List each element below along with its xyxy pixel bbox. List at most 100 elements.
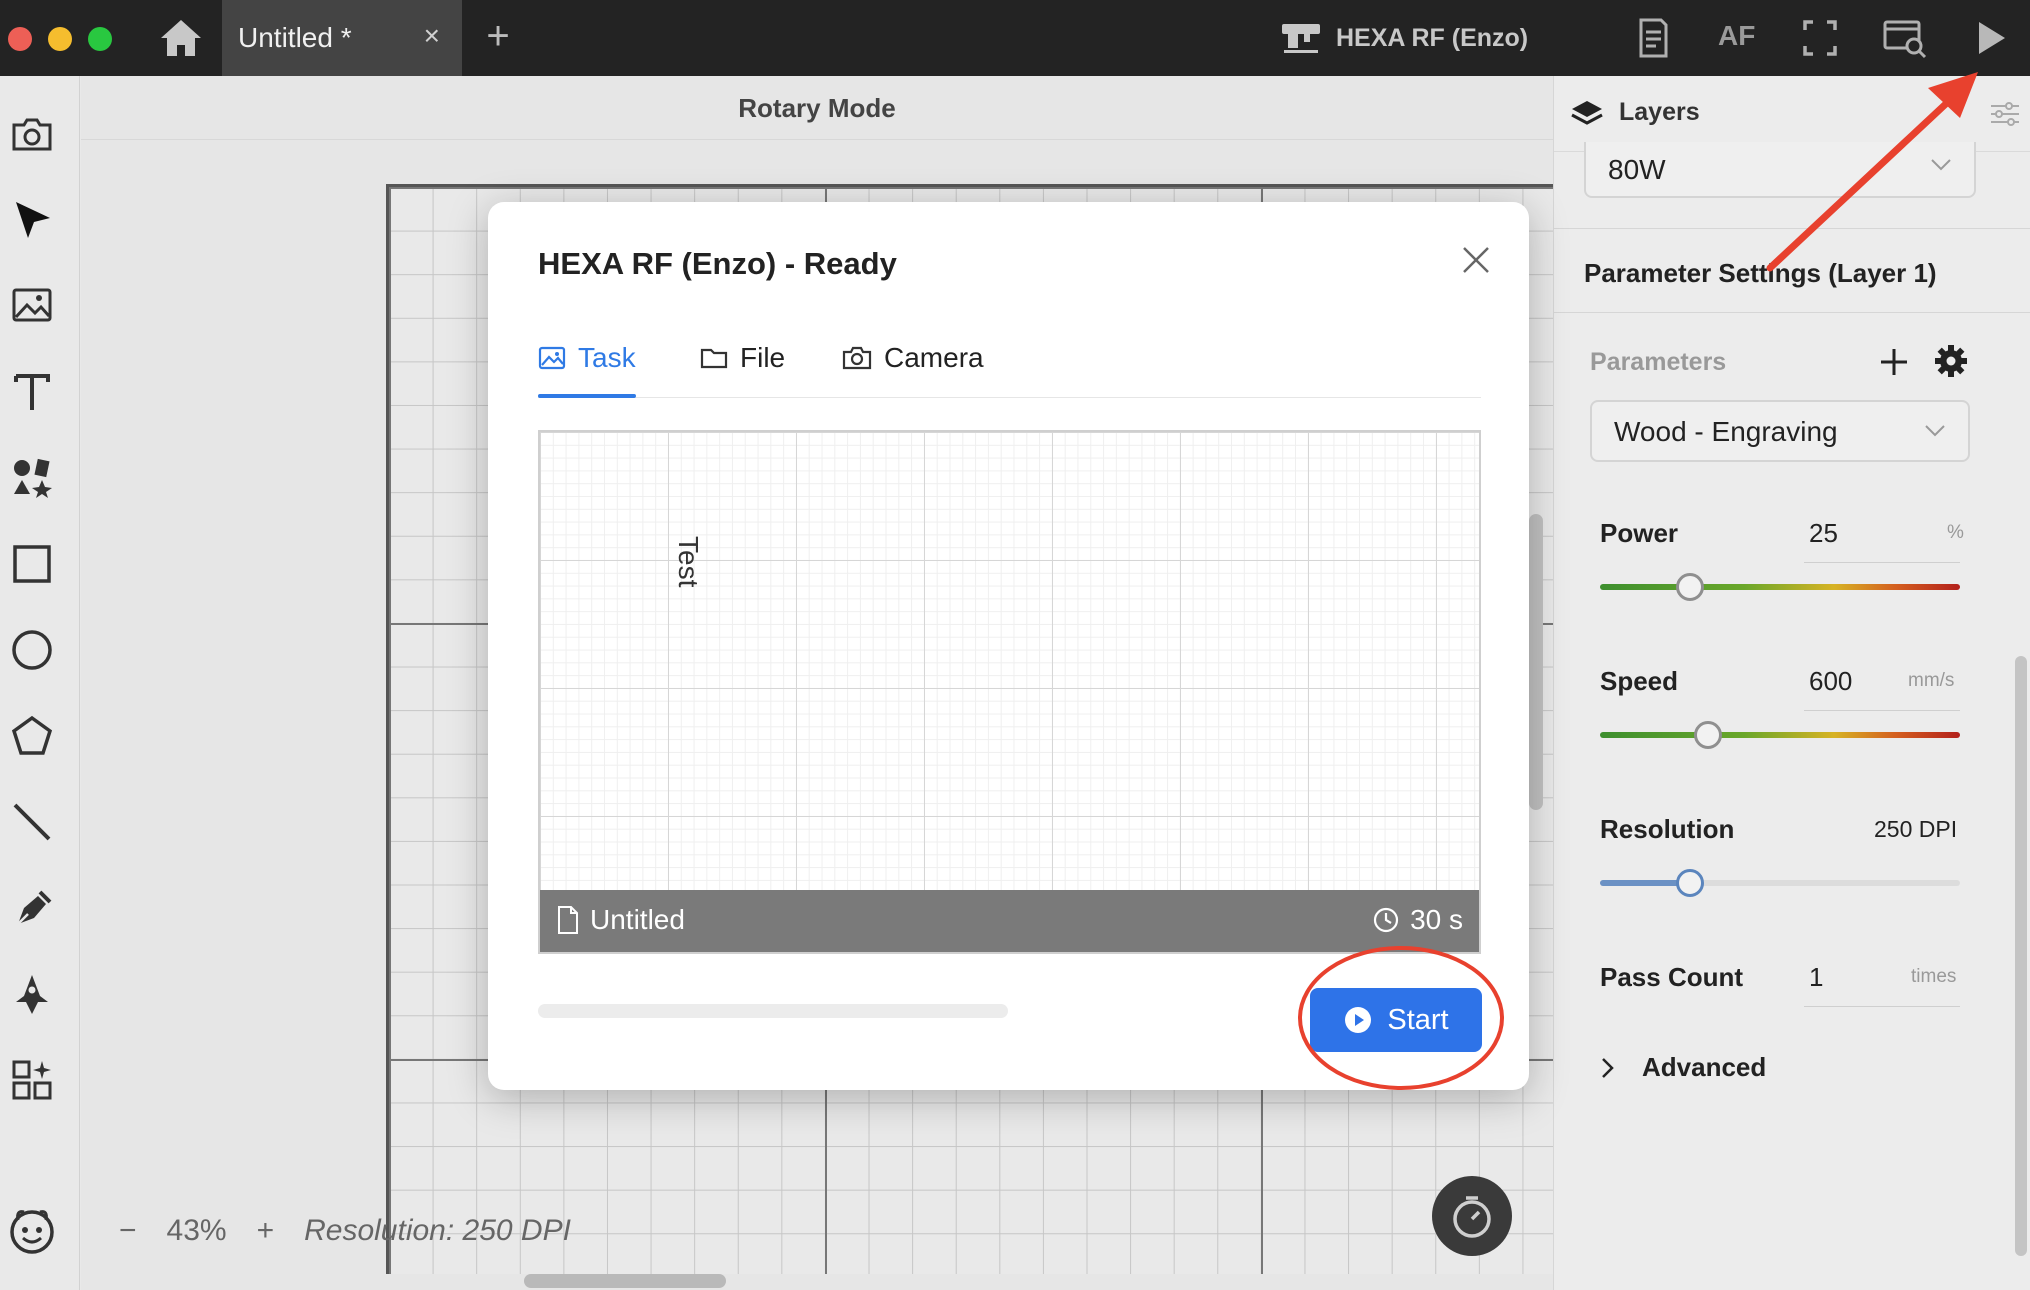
chevron-right-icon	[1602, 1057, 1614, 1078]
pass-count-underline	[1804, 1006, 1960, 1007]
zoom-bar: − 43% + Resolution: 250 DPI	[119, 1206, 571, 1256]
window-zoom-button[interactable]	[88, 27, 112, 51]
power-label: Power	[1600, 518, 1679, 548]
advanced-toggle[interactable]: Advanced	[1600, 1052, 1766, 1083]
preview-time-info: 30 s	[1372, 904, 1463, 936]
tab-file-label: File	[740, 342, 786, 373]
rectangle-tool-icon[interactable]	[10, 542, 54, 586]
close-icon[interactable]	[1456, 240, 1496, 280]
tab-close-icon[interactable]: ×	[424, 20, 440, 52]
more-elements-icon[interactable]	[10, 1058, 54, 1102]
preview-search-icon[interactable]	[1882, 16, 1928, 60]
resolution-slider[interactable]	[1600, 869, 1960, 897]
preview-estimated-time: 30 s	[1410, 904, 1463, 935]
parameters-label: Parameters	[1590, 348, 1727, 376]
document-tab-title: Untitled *	[238, 22, 352, 53]
machine-selector[interactable]: HEXA RF (Enzo)	[1280, 14, 1528, 62]
tab-camera[interactable]: Camera	[842, 336, 984, 380]
tab-file[interactable]: File	[700, 336, 785, 380]
stopwatch-icon	[1453, 1196, 1491, 1238]
chevron-down-icon	[1931, 159, 1951, 171]
tab-task[interactable]: Task	[538, 336, 636, 380]
layers-icon	[1571, 101, 1603, 125]
zoom-level: 43%	[166, 1214, 227, 1247]
image-icon	[538, 346, 566, 370]
preview-text-element: Test	[673, 536, 704, 588]
start-button[interactable]: Start	[1310, 988, 1482, 1052]
play-icon[interactable]	[1974, 16, 2008, 60]
add-preset-icon[interactable]	[1878, 346, 1910, 378]
rotary-mode-title: Rotary Mode	[738, 93, 896, 123]
dialog-title: HEXA RF (Enzo) - Ready	[538, 246, 897, 281]
assistant-avatar-icon[interactable]	[6, 1204, 58, 1256]
panel-scrollbar[interactable]	[2015, 656, 2027, 1256]
time-estimate-button[interactable]	[1432, 1176, 1512, 1256]
active-tab-indicator	[538, 394, 636, 398]
autofocus-button[interactable]: AF	[1718, 20, 1755, 52]
document-icon[interactable]	[1636, 16, 1670, 60]
play-circle-icon	[1345, 1007, 1372, 1033]
speed-slider[interactable]	[1600, 721, 1960, 749]
canvas-horizontal-scrollbar[interactable]	[524, 1274, 726, 1288]
settings-sliders-icon[interactable]	[1989, 100, 2021, 128]
polygon-tool-icon[interactable]	[10, 714, 54, 758]
frame-icon[interactable]	[1802, 16, 1838, 60]
preset-select-value: Wood - Engraving	[1614, 416, 1838, 447]
window-minimize-button[interactable]	[48, 27, 72, 51]
pen-tool-icon[interactable]	[10, 886, 54, 930]
window-close-button[interactable]	[8, 27, 32, 51]
speed-unit: mm/s	[1908, 670, 1955, 691]
speed-input[interactable]: 600	[1809, 666, 1852, 697]
monitor-dialog: HEXA RF (Enzo) - Ready Task File Camera	[488, 202, 1529, 1090]
new-tab-button[interactable]: +	[478, 14, 518, 58]
resolution-label: Resolution	[1600, 814, 1735, 844]
power-slider-handle[interactable]	[1676, 573, 1704, 601]
speed-slider-handle[interactable]	[1694, 721, 1722, 749]
file-icon	[558, 906, 578, 934]
pass-count-input[interactable]: 1	[1809, 962, 1823, 993]
panel-divider	[1554, 312, 2030, 313]
text-tool-icon[interactable]	[10, 370, 54, 414]
power-slider[interactable]	[1600, 573, 1960, 601]
zoom-out-button[interactable]: −	[119, 1214, 137, 1248]
document-tab[interactable]: Untitled * ×	[222, 0, 462, 76]
left-toolbar	[0, 76, 80, 1290]
machine-name: HEXA RF (Enzo)	[1336, 23, 1529, 52]
panel-divider	[1554, 228, 2030, 229]
preview-footer: Untitled 30 s	[540, 890, 1479, 952]
dialog-tabs: Task File Camera	[538, 318, 1481, 398]
camera-icon	[842, 346, 872, 370]
pass-count-label: Pass Count	[1600, 962, 1744, 992]
zoom-in-button[interactable]: +	[257, 1214, 275, 1248]
task-preview: Test Untitled 30 s	[538, 430, 1481, 954]
speed-input-underline	[1804, 710, 1960, 711]
start-button-label: Start	[1387, 1003, 1449, 1036]
laser-power-select[interactable]: 80W	[1584, 142, 1976, 198]
home-icon[interactable]	[158, 16, 204, 60]
laser-power-value: 80W	[1608, 154, 1666, 185]
shapes-tool-icon[interactable]	[10, 456, 54, 500]
chevron-down-icon	[1925, 425, 1945, 437]
select-cursor-icon[interactable]	[10, 198, 54, 242]
resolution-value: 250 DPI	[1874, 816, 1958, 842]
ellipse-tool-icon[interactable]	[10, 628, 54, 672]
resolution-slider-handle[interactable]	[1676, 869, 1704, 897]
folder-icon	[700, 348, 728, 369]
canvas-resolution-label: Resolution: 250 DPI	[304, 1214, 571, 1247]
ai-generate-icon[interactable]	[10, 972, 54, 1016]
preset-gear-icon[interactable]	[1934, 344, 1968, 378]
camera-tool-icon[interactable]	[10, 112, 54, 156]
pass-count-unit: times	[1911, 966, 1957, 987]
power-input-underline	[1804, 562, 1960, 563]
power-input[interactable]: 25	[1809, 518, 1838, 549]
image-tool-icon[interactable]	[10, 284, 54, 328]
preset-select[interactable]: Wood - Engraving	[1590, 400, 1970, 462]
layers-header: Layers	[1554, 76, 2030, 152]
title-bar: Untitled * × + HEXA RF (Enzo) AF	[0, 0, 2030, 76]
tab-task-label: Task	[578, 342, 636, 373]
layers-title: Layers	[1619, 98, 1700, 126]
canvas-vertical-scrollbar[interactable]	[1529, 514, 1543, 810]
line-tool-icon[interactable]	[10, 800, 54, 844]
preview-file-name: Untitled	[590, 904, 685, 935]
clock-icon	[1373, 907, 1399, 933]
